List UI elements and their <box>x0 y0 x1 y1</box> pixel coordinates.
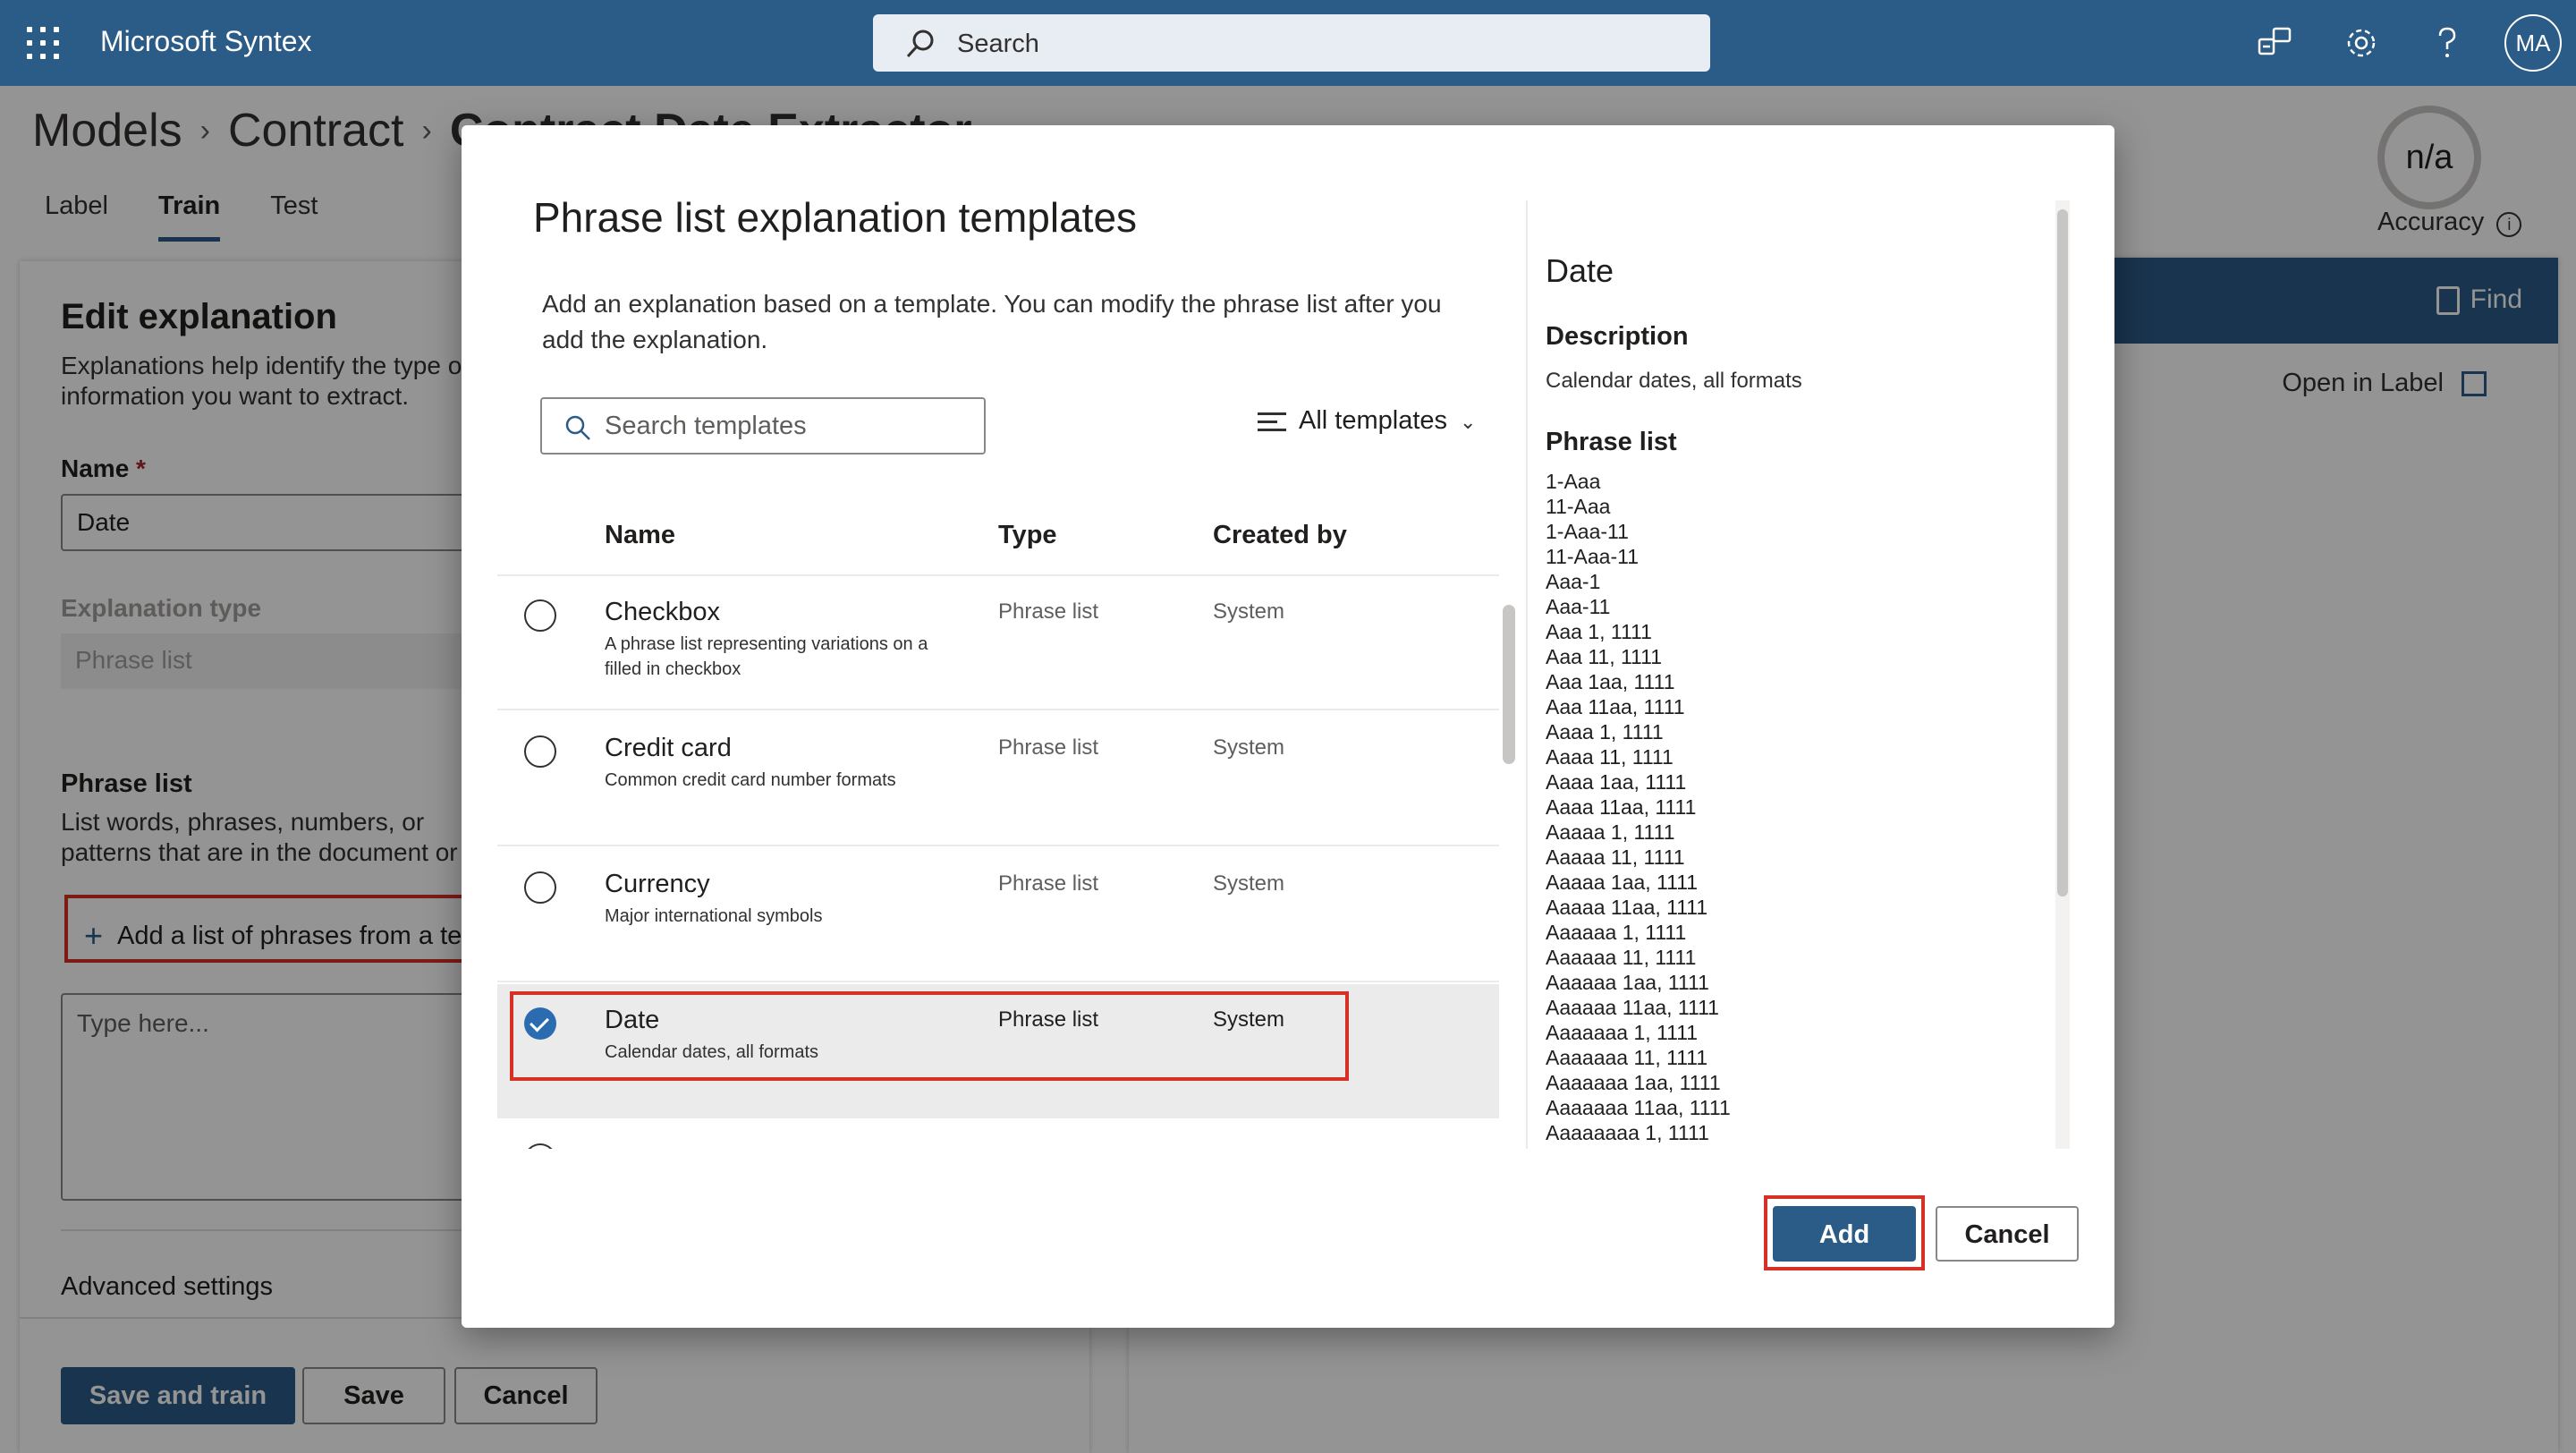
detail-description-heading: Description <box>1546 322 1689 351</box>
filter-label: All templates <box>1299 406 1448 435</box>
phrase-list-templates-dialog: Phrase list explanation templates Add an… <box>462 125 2114 1328</box>
dialog-title: Phrase list explanation templates <box>533 194 1138 241</box>
phrase-item: Aaaaaaa 11, 1111 <box>1546 1046 1708 1069</box>
template-type: Phrase list <box>998 735 1099 760</box>
add-button[interactable]: Add <box>1773 1206 1916 1262</box>
phrase-item: Aaaa 1, 1111 <box>1546 720 1664 743</box>
help-icon[interactable] <box>2428 23 2467 63</box>
phrase-item: Aaaa 1aa, 1111 <box>1546 770 1687 794</box>
phrase-item: 11-Aaa <box>1546 495 1611 518</box>
phrase-item: Aaaaaaa 1aa, 1111 <box>1546 1071 1721 1094</box>
template-name: Currency <box>605 870 710 898</box>
filter-icon <box>1258 407 1286 437</box>
phrase-item: Aaa 1aa, 1111 <box>1546 670 1675 693</box>
dialog-cancel-button[interactable]: Cancel <box>1936 1206 2079 1262</box>
template-subtitle: Common credit card number formats <box>605 770 896 790</box>
template-created-by: System <box>1213 735 1285 760</box>
template-type: Phrase list <box>998 599 1099 624</box>
search-templates-input[interactable] <box>605 410 962 442</box>
template-type: Phrase list <box>998 871 1099 896</box>
app-title[interactable]: Microsoft Syntex <box>100 25 312 58</box>
phrase-item: 1-Aaa <box>1546 470 1601 493</box>
template-created-by: System <box>1213 871 1285 896</box>
column-header-name[interactable]: Name <box>605 521 675 550</box>
phrase-item: Aaa 1, 1111 <box>1546 620 1652 643</box>
phrase-item: Aaaaa 11aa, 1111 <box>1546 896 1708 919</box>
phrase-item: Aaaaa 1, 1111 <box>1546 820 1675 844</box>
phrase-item: Aaaaaaa 11aa, 1111 <box>1546 1096 1731 1119</box>
search-templates-box[interactable] <box>540 397 986 455</box>
template-name: Checkbox <box>605 598 720 626</box>
phrase-item: 11-Aaa-11 <box>1546 545 1639 568</box>
top-bar: Microsoft Syntex Search MA <box>0 0 2576 86</box>
phrase-item: Aaaaa 11, 1111 <box>1546 845 1685 869</box>
template-name: Credit card <box>605 734 732 762</box>
templates-filter-dropdown[interactable]: All templates ⌄ <box>1258 406 1476 437</box>
column-header-created-by[interactable]: Created by <box>1213 521 1347 550</box>
app-launcher-icon[interactable] <box>27 27 59 59</box>
phrase-item: Aaaaaa 11aa, 1111 <box>1546 996 1719 1019</box>
scrollbar-thumb[interactable] <box>2057 209 2068 896</box>
chevron-down-icon: ⌄ <box>1460 411 1477 433</box>
phrase-item: Aaa-11 <box>1546 595 1611 618</box>
divider <box>1526 200 1528 1149</box>
phrase-item: Aaaa 11, 1111 <box>1546 745 1674 769</box>
detail-title: Date <box>1546 252 1614 289</box>
table-row[interactable]: Credit card Common credit card number fo… <box>497 712 1499 846</box>
template-created-by: System <box>1213 599 1285 624</box>
detail-description: Calendar dates, all formats <box>1546 369 1802 393</box>
table-row[interactable] <box>497 1120 1499 1149</box>
global-search-placeholder: Search <box>957 30 1039 58</box>
phrase-item: Aaaaaa 1, 1111 <box>1546 921 1687 944</box>
detail-phrase-list-heading: Phrase list <box>1546 428 1677 456</box>
table-scrollbar[interactable] <box>1503 605 1515 764</box>
table-header: Name Type Created by <box>497 476 1499 576</box>
row-radio[interactable] <box>524 599 556 632</box>
dialog-description: Add an explanation based on a template. … <box>542 290 1442 353</box>
phrase-item: Aaa 11, 1111 <box>1546 645 1663 668</box>
column-header-type[interactable]: Type <box>998 521 1057 550</box>
phrase-item: Aaa-1 <box>1546 570 1601 593</box>
gear-icon[interactable] <box>2342 23 2381 63</box>
avatar[interactable]: MA <box>2504 14 2562 72</box>
detail-scrollbar[interactable] <box>2055 200 2070 1149</box>
table-row[interactable]: Checkbox A phrase list representing vari… <box>497 576 1499 710</box>
selection-highlight <box>510 991 1349 1081</box>
template-subtitle: Major international symbols <box>605 906 823 926</box>
phrase-item: 1-Aaa-11 <box>1546 520 1629 543</box>
search-icon <box>565 415 590 440</box>
phrase-item: Aaaa 11aa, 1111 <box>1546 795 1697 819</box>
phrase-item: Aaa 11aa, 1111 <box>1546 695 1685 718</box>
global-search-box[interactable]: Search <box>873 14 1710 72</box>
phrase-item: Aaaaaa 11, 1111 <box>1546 946 1697 969</box>
template-subtitle: A phrase list representing variations on… <box>605 634 928 679</box>
templates-table: Name Type Created by Checkbox A phrase l… <box>497 476 1515 1149</box>
row-radio[interactable] <box>524 735 556 768</box>
feedback-icon[interactable] <box>2256 23 2295 63</box>
row-radio[interactable] <box>524 1143 556 1149</box>
table-row-selected[interactable]: Date Calendar dates, all formats Phrase … <box>497 984 1499 1118</box>
phrase-item: Aaaaaaaa 1, 1111 <box>1546 1121 1709 1144</box>
row-radio[interactable] <box>524 871 556 904</box>
phrase-item: Aaaaaaa 1, 1111 <box>1546 1021 1699 1044</box>
table-row[interactable]: Currency Major international symbols Phr… <box>497 848 1499 982</box>
phrase-item: Aaaaa 1aa, 1111 <box>1546 871 1699 894</box>
phrase-item: Aaaaaa 1aa, 1111 <box>1546 971 1709 994</box>
search-icon <box>906 30 934 58</box>
